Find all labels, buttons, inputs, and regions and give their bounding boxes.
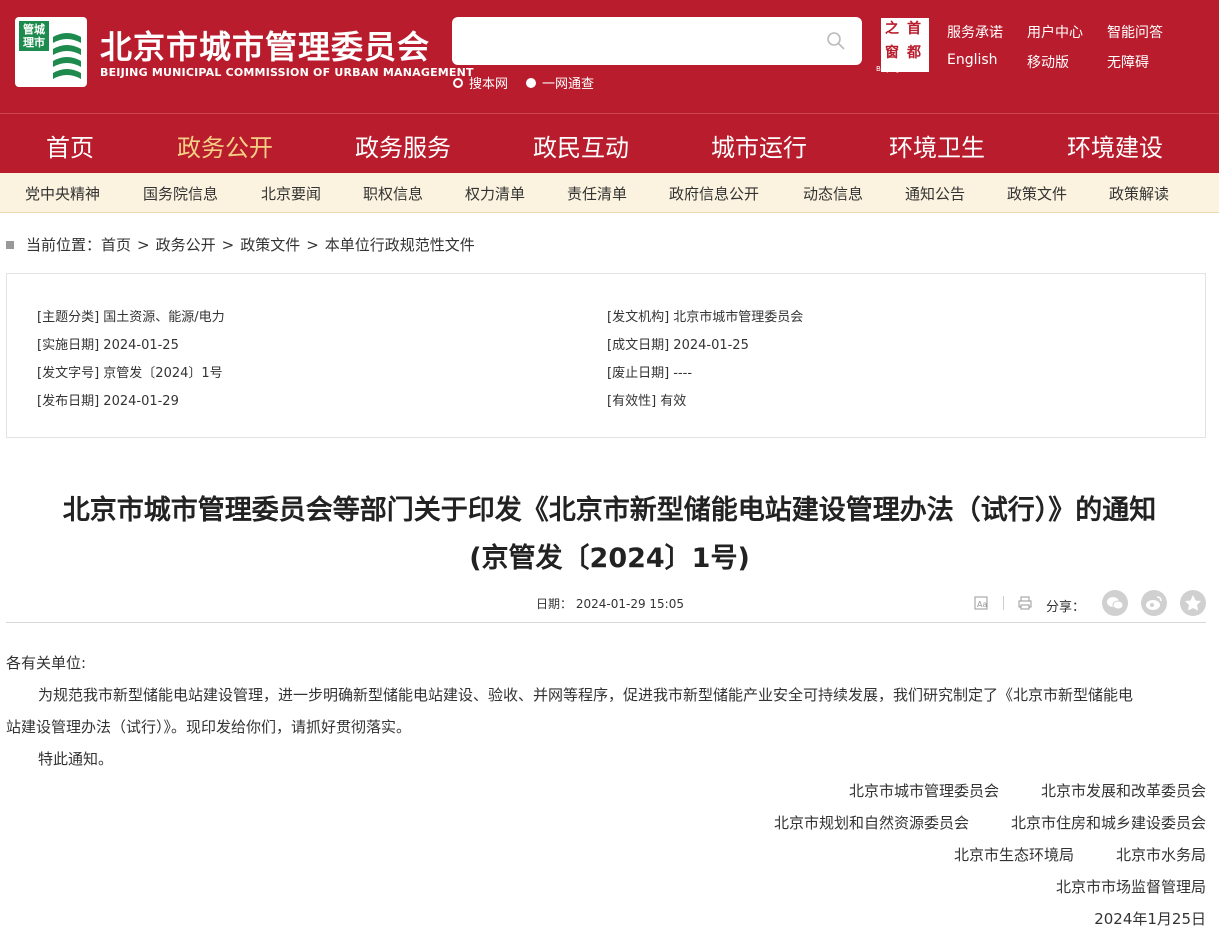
logo-waves-icon — [53, 33, 81, 79]
meta-issuer: [发文机构] 北京市城市管理委员会 — [607, 310, 804, 325]
site-subtitle: BEIJING MUNICIPAL COMMISSION OF URBAN MA… — [100, 66, 474, 79]
breadcrumb-current[interactable]: 本单位行政规范性文件 — [325, 234, 475, 255]
article-date: 日期： 2024-01-29 15:05 — [536, 595, 684, 612]
meta-topic: [主题分类] 国土资源、能源/电力 — [37, 310, 225, 325]
subnav-item[interactable]: 国务院信息 — [143, 183, 218, 204]
search-box — [452, 17, 862, 65]
link-english[interactable]: English — [947, 52, 998, 68]
weibo-share-icon[interactable] — [1141, 590, 1167, 616]
sub-nav: 党中央精神 国务院信息 北京要闻 职权信息 权力清单 责任清单 政府信息公开 动… — [0, 173, 1219, 213]
subnav-item[interactable]: 北京要闻 — [261, 183, 321, 204]
subnav-item[interactable]: 政策文件 — [1007, 183, 1067, 204]
nav-city-operation[interactable]: 城市运行 — [711, 128, 807, 163]
breadcrumb-home[interactable]: 首页 — [101, 234, 131, 255]
tool-divider — [1003, 596, 1004, 610]
closing-text: 特此通知。 — [38, 750, 114, 768]
search-input[interactable] — [466, 27, 806, 55]
search-icon[interactable] — [826, 31, 846, 51]
meta-effective-date: [实施日期] 2024-01-25 — [37, 338, 179, 353]
link-user-center[interactable]: 用户中心 — [1027, 22, 1083, 42]
nav-home[interactable]: 首页 — [46, 128, 94, 163]
document-meta-box: [主题分类] 国土资源、能源/电力 [实施日期] 2024-01-25 [发文字… — [6, 273, 1206, 438]
signature-date: 2024年1月25日 — [1094, 910, 1206, 928]
subnav-item[interactable]: 动态信息 — [803, 183, 863, 204]
breadcrumb-gov-open[interactable]: 政务公开 — [156, 234, 216, 255]
meta-doc-number: [发文字号] 京管发〔2024〕1号 — [37, 366, 223, 381]
nav-gov-affairs-open[interactable]: 政务公开 — [177, 128, 273, 163]
favorite-share-icon[interactable] — [1180, 590, 1206, 616]
nav-gov-services[interactable]: 政务服务 — [355, 128, 451, 163]
nav-sanitation[interactable]: 环境卫生 — [889, 128, 985, 163]
article-title: 北京市城市管理委员会等部门关于印发《北京市新型储能电站建设管理办法（试行）》的通… — [62, 495, 1157, 526]
breadcrumb: 当前位置： 首页 > 政务公开 > 政策文件 > 本单位行政规范性文件 — [6, 234, 475, 255]
subnav-item[interactable]: 政策解读 — [1109, 183, 1169, 204]
article-title-doc-number: (京管发〔2024〕1号) — [469, 543, 750, 574]
radio-selected-icon — [526, 77, 536, 88]
share-label: 分享： — [1046, 600, 1086, 615]
breadcrumb-policy-docs[interactable]: 政策文件 — [240, 234, 300, 255]
signatory-row: 北京市规划和自然资源委员会 北京市住房和城乡建设委员会 — [773, 814, 1206, 832]
meta-publish-date: [发布日期] 2024-01-29 — [37, 394, 179, 409]
search-option-site[interactable]: 搜本网 — [453, 73, 508, 92]
meta-repeal-date: [废止日期] ---- — [607, 366, 693, 381]
capital-logo-caption: Beijing-China — [876, 65, 923, 73]
main-nav: 首页 政务公开 政务服务 政民互动 城市运行 环境卫生 环境建设 — [0, 113, 1219, 173]
svg-text:Aa: Aa — [977, 600, 987, 609]
breadcrumb-separator: > — [306, 235, 319, 254]
breadcrumb-label: 当前位置： — [26, 236, 102, 254]
wechat-share-icon[interactable] — [1102, 590, 1128, 616]
subnav-item[interactable]: 权力清单 — [465, 183, 525, 204]
site-title[interactable]: 北京市城市管理委员会 — [100, 22, 430, 68]
bullet-square-icon — [6, 240, 14, 249]
breadcrumb-separator: > — [221, 235, 235, 254]
content-divider — [6, 622, 1206, 623]
date-value: 2024-01-29 15:05 — [575, 597, 684, 611]
print-icon[interactable] — [1018, 596, 1032, 610]
radio-unselected-icon — [453, 77, 463, 88]
signatory-row: 北京市生态环境局 北京市水务局 — [953, 846, 1206, 864]
search-option-all[interactable]: 一网通查 — [526, 73, 594, 92]
subnav-item[interactable]: 通知公告 — [905, 183, 965, 204]
subnav-item[interactable]: 政府信息公开 — [669, 183, 759, 204]
paragraph-line: 站建设管理办法（试行）》。现印发给你们，请抓好贯彻落实。 — [6, 718, 412, 736]
nav-env-construction[interactable]: 环境建设 — [1067, 128, 1163, 163]
link-accessibility[interactable]: 无障碍 — [1107, 52, 1149, 72]
subnav-item[interactable]: 职权信息 — [363, 183, 423, 204]
logo-tag: 管城 理市 — [19, 21, 49, 51]
meta-validity: [有效性] 有效 — [607, 394, 687, 409]
salutation: 各有关单位: — [6, 654, 87, 672]
search-option-site-label: 搜本网 — [469, 77, 509, 92]
link-smart-qa[interactable]: 智能问答 — [1107, 22, 1163, 42]
link-service-promise[interactable]: 服务承诺 — [947, 22, 1003, 42]
date-label: 日期： — [536, 597, 573, 611]
search-option-all-label: 一网通查 — [542, 77, 595, 92]
signatory-row: 北京市城市管理委员会 北京市发展和改革委员会 — [848, 782, 1206, 800]
nav-interaction[interactable]: 政民互动 — [533, 128, 629, 163]
site-header: 管城 理市 北京市城市管理委员会 BEIJING MUNICIPAL COMMIS… — [0, 0, 1219, 113]
paragraph-line: 为规范我市新型储能电站建设管理，进一步明确新型储能电站建设、验收、并网等程序，促… — [38, 686, 1134, 704]
breadcrumb-separator: > — [137, 235, 150, 254]
link-mobile[interactable]: 移动版 — [1027, 52, 1069, 72]
meta-written-date: [成文日期] 2024-01-25 — [607, 338, 749, 353]
signatory-row: 北京市市场监督管理局 — [1055, 878, 1206, 896]
font-size-icon[interactable]: Aa — [974, 596, 988, 610]
subnav-item[interactable]: 党中央精神 — [25, 183, 100, 204]
logo-emblem[interactable]: 管城 理市 — [15, 17, 87, 87]
subnav-item[interactable]: 责任清单 — [567, 183, 627, 204]
